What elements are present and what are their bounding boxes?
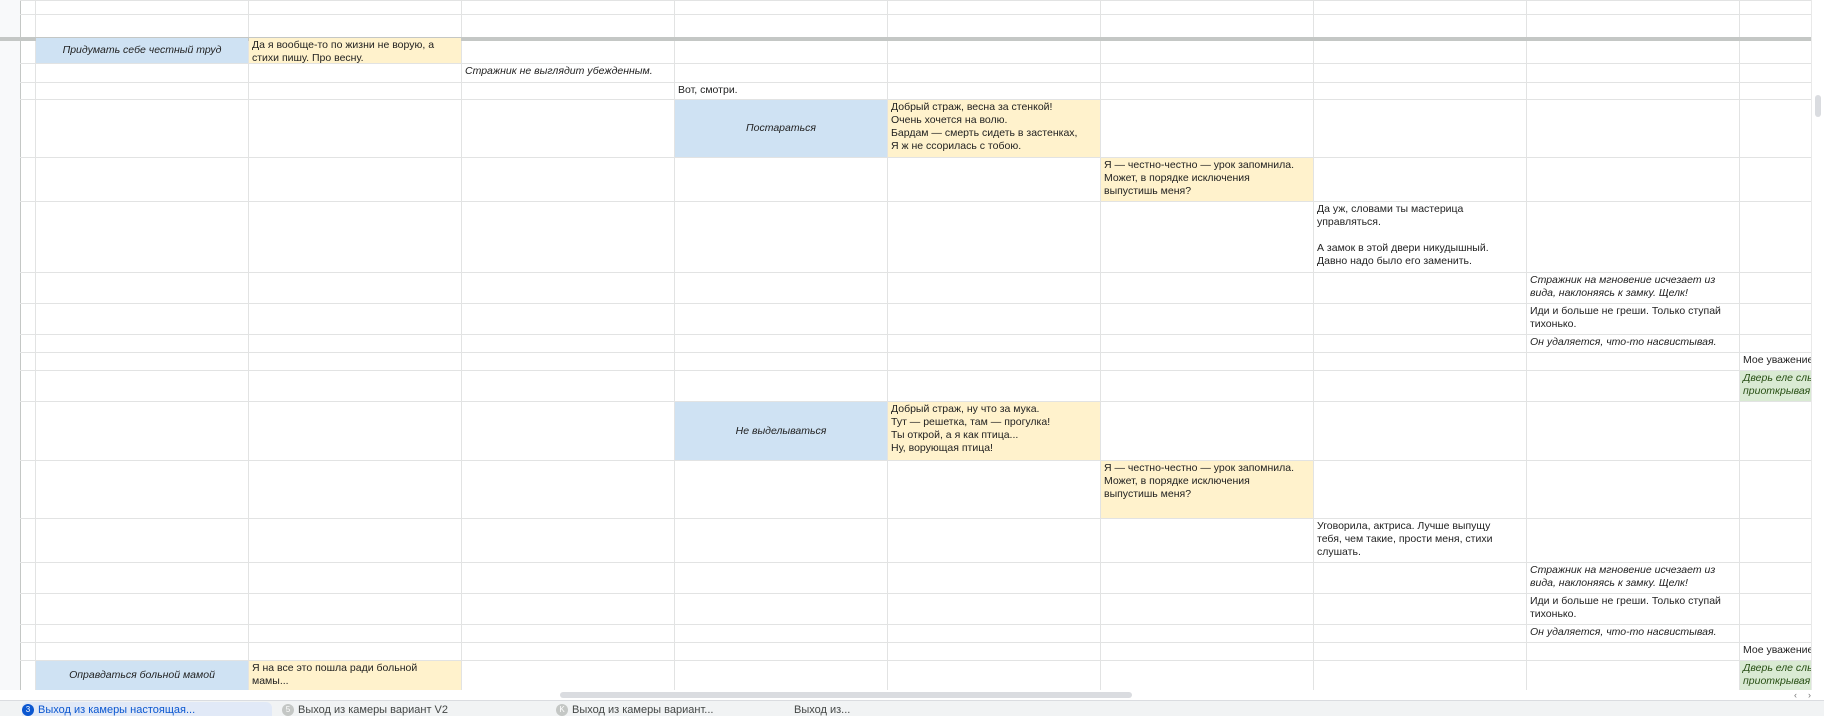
cell-player-line[interactable]: Я — честно-честно — урок запомнила. Може… <box>1101 461 1313 518</box>
sheet-tab-1-label: Выход из камеры настоящая... <box>38 704 196 716</box>
sheet-tab-4[interactable]: Выход из... <box>794 702 934 716</box>
scroll-right-arrow-icon[interactable]: › <box>1808 690 1811 700</box>
cell-dialogue[interactable]: Он удаляется, что-то насвистывая. <box>1527 625 1739 642</box>
horizontal-scroll-thumb[interactable] <box>560 692 1132 698</box>
cell-choice[interactable]: Постараться <box>675 100 887 157</box>
vertical-scrollbar[interactable] <box>1811 0 1824 690</box>
sheet-tab-2[interactable]: 5 Выход из камеры вариант V2 <box>282 702 540 716</box>
grid-row-line <box>20 518 1824 519</box>
cell-choice[interactable]: Придумать себе честный труд <box>36 38 248 63</box>
sheet-tab-3-badge: K <box>556 704 568 716</box>
grid-col-line <box>1739 0 1740 690</box>
grid-col-line <box>1313 0 1314 690</box>
cell-dialogue[interactable]: Уговорила, актриса. Лучше выпущу тебя, ч… <box>1314 519 1526 562</box>
cell-player-line[interactable]: Добрый страж, ну что за мука. Тут — реше… <box>888 402 1100 460</box>
grid-row-line <box>20 63 1824 64</box>
horizontal-scrollbar[interactable]: ‹ › <box>0 690 1824 700</box>
grid-row-line <box>20 352 1824 353</box>
grid-row-line <box>20 157 1824 158</box>
cell-choice[interactable]: Оправдаться больной мамой <box>36 661 248 690</box>
grid-row-line <box>20 82 1824 83</box>
cell-dialogue[interactable]: Он удаляется, что-то насвистывая. <box>1527 335 1739 352</box>
grid-row-line <box>20 201 1824 202</box>
cell-choice[interactable]: Не выделываться <box>675 402 887 460</box>
cell-player-line[interactable]: Да я вообще-то по жизни не ворую, а стих… <box>249 38 461 63</box>
cell-dialogue[interactable]: Иди и больше не греши. Только ступай тих… <box>1527 304 1739 334</box>
grid-row-line <box>20 460 1824 461</box>
sheet-tab-2-badge: 5 <box>282 704 294 716</box>
grid-row-line <box>20 370 1824 371</box>
grid-col-line <box>248 0 249 690</box>
cell-dialogue[interactable]: Стражник не выглядит убежденным. <box>462 64 674 82</box>
grid-col-line <box>461 0 462 690</box>
sheet-tab-2-label: Выход из камеры вариант V2 <box>298 704 448 716</box>
grid-row-line <box>20 642 1824 643</box>
grid-col-line <box>1100 0 1101 690</box>
spreadsheet-grid[interactable]: Придумать себе честный труд Да я вообще-т… <box>0 0 1824 690</box>
cell-dialogue[interactable]: Иди и больше не греши. Только ступай тих… <box>1527 594 1739 624</box>
sheet-tab-4-label: Выход из... <box>794 704 851 716</box>
scroll-left-arrow-icon[interactable]: ‹ <box>1794 690 1797 700</box>
grid-row-line <box>20 0 1824 1</box>
sheet-tab-1[interactable]: 3 Выход из камеры настоящая... <box>22 702 272 716</box>
row-header-gutter[interactable] <box>0 0 21 690</box>
cell-dialogue[interactable]: Стражник на мгновение исчезает из вида, … <box>1527 273 1739 303</box>
sheet-tabs-bar: 3 Выход из камеры настоящая... 5 Выход из … <box>0 700 1824 716</box>
cell-dialogue[interactable]: Вот, смотри. <box>675 83 887 99</box>
cell-player-line[interactable]: Я — честно-честно — урок запомнила. Може… <box>1101 158 1313 201</box>
cell-dialogue[interactable]: Да уж, словами ты мастерица управляться.… <box>1314 202 1526 272</box>
sheet-tab-3-label: Выход из камеры вариант... <box>572 704 714 716</box>
cell-dialogue[interactable]: Стражник на мгновение исчезает из вида, … <box>1527 563 1739 593</box>
vertical-scroll-thumb[interactable] <box>1815 95 1821 117</box>
grid-row-line <box>20 14 1824 15</box>
sheet-tab-3[interactable]: K Выход из камеры вариант... <box>556 702 782 716</box>
sheet-tab-1-badge: 3 <box>22 704 34 716</box>
cell-player-line[interactable]: Добрый страж, весна за стенкой! Очень хо… <box>888 100 1100 157</box>
grid-col-line <box>35 0 36 690</box>
cell-player-line[interactable]: Я на все это пошла ради больной мамы... <box>249 661 461 690</box>
